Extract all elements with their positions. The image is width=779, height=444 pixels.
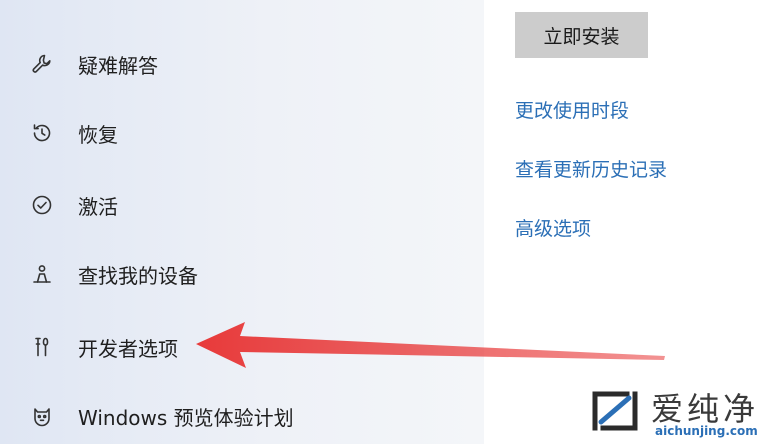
history-icon bbox=[28, 119, 56, 147]
sidebar-item-find-my-device[interactable]: 查找我的设备 bbox=[0, 248, 420, 300]
settings-sidebar: 疑难解答 恢复 激活 查找我的设备 开发者选项 Windows 预览体验计划 bbox=[0, 0, 484, 444]
watermark-url: aichunjing.com bbox=[655, 424, 758, 438]
sidebar-item-label: 恢复 bbox=[78, 122, 118, 147]
sidebar-item-recovery[interactable]: 恢复 bbox=[0, 107, 420, 159]
sidebar-item-windows-insider[interactable]: Windows 预览体验计划 bbox=[0, 390, 420, 442]
wrench-icon bbox=[28, 50, 56, 78]
brand-logo-icon bbox=[592, 391, 638, 431]
developer-tools-icon bbox=[28, 333, 56, 361]
main-content: 立即安装 更改使用时段 查看更新历史记录 高级选项 bbox=[484, 0, 779, 444]
check-circle-icon bbox=[28, 191, 56, 219]
sidebar-item-activation[interactable]: 激活 bbox=[0, 179, 420, 231]
sidebar-item-label: 疑难解答 bbox=[78, 53, 158, 78]
sidebar-item-developer-options[interactable]: 开发者选项 bbox=[0, 321, 420, 373]
view-update-history-link[interactable]: 查看更新历史记录 bbox=[515, 155, 667, 182]
watermark: 爱纯净 aichunjing.com bbox=[585, 384, 775, 442]
sidebar-item-label: Windows 预览体验计划 bbox=[78, 405, 294, 430]
sidebar-item-label: 查找我的设备 bbox=[78, 263, 198, 288]
sidebar-item-label: 激活 bbox=[78, 194, 118, 219]
sidebar-item-troubleshoot[interactable]: 疑难解答 bbox=[0, 38, 420, 90]
sidebar-item-label: 开发者选项 bbox=[78, 336, 178, 361]
change-active-hours-link[interactable]: 更改使用时段 bbox=[515, 96, 629, 123]
cat-icon bbox=[28, 402, 56, 430]
advanced-options-link[interactable]: 高级选项 bbox=[515, 214, 591, 241]
person-location-icon bbox=[28, 260, 56, 288]
install-now-button[interactable]: 立即安装 bbox=[515, 12, 648, 58]
